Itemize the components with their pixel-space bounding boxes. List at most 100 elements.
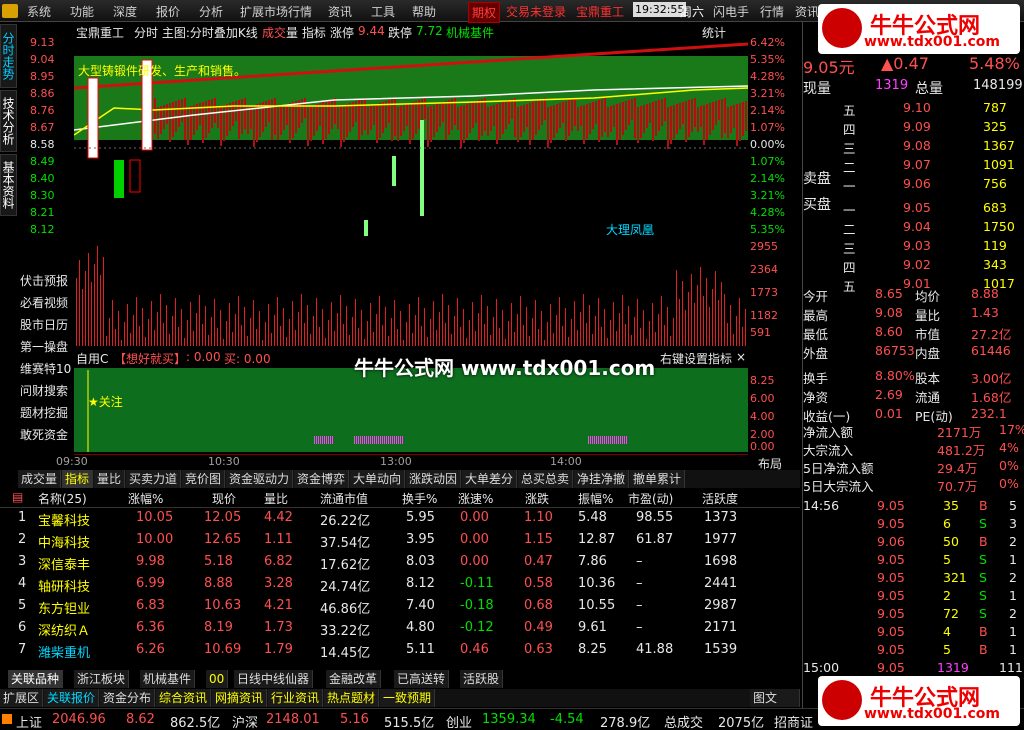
left-menu-item[interactable]: 维赛特10 [20, 360, 71, 377]
col-header[interactable]: 涨速% [458, 490, 493, 507]
status-tab[interactable]: 资金分布 [100, 689, 156, 707]
buy-level[interactable]: 一 9.05 683 [803, 200, 1024, 218]
subtab[interactable]: 大单动向 [350, 470, 406, 488]
status-tab[interactable]: 综合资讯 [156, 689, 212, 707]
sell-level[interactable]: 二 9.07 1091 [803, 157, 1024, 175]
menu-news[interactable]: 资讯 [328, 3, 352, 20]
left-menu-item[interactable]: 问财搜索 [20, 382, 68, 399]
left-menu-item[interactable]: 伏击预报 [20, 272, 68, 289]
table-header: ▤ 名称(25) 涨幅% 现价 量比 流通市值 换手% 涨速% 涨跌 振幅% 市… [0, 488, 800, 508]
flow-row: 净流入额2171万17% [803, 422, 1024, 440]
table-row[interactable]: 2 中海科技 10.00 12.65 1.11 37.54亿 3.95 0.00 1.15 12.… [0, 532, 800, 552]
board-tab[interactable]: 已高送转 [394, 670, 450, 688]
sell-level[interactable]: 三 9.08 1367 [803, 138, 1024, 156]
subtab-active[interactable]: 指标 [62, 470, 94, 488]
col-header[interactable]: 振幅% [578, 490, 613, 507]
subtab[interactable]: 大单差分 [462, 470, 518, 488]
volume-chart[interactable] [74, 238, 748, 348]
status-tab[interactable]: 行业资讯 [268, 689, 324, 707]
hs-label[interactable]: 沪深 [232, 712, 258, 730]
col-header[interactable]: 市盈(动) [628, 490, 673, 507]
tab-intraday[interactable]: 分时走势 [0, 24, 17, 88]
col-header[interactable]: 涨幅% [128, 490, 163, 507]
col-header[interactable]: 换手% [402, 490, 437, 507]
subtab[interactable]: 资金驱动力 [226, 470, 294, 488]
status-tab[interactable]: 关联报价 [44, 689, 100, 707]
col-header[interactable]: 流通市值 [320, 490, 368, 507]
indicator-name[interactable]: 自用C [76, 350, 108, 367]
f10-button[interactable]: 图文F10 [750, 689, 800, 723]
table-row[interactable]: 5 东方钽业 6.83 10.63 4.21 46.86亿 7.40 -0.18 0.68 10.… [0, 598, 800, 618]
board-tab[interactable]: 浙江板块 [74, 670, 130, 688]
options-badge[interactable]: 期权 [468, 2, 501, 23]
market-button[interactable]: 行情 [760, 3, 784, 20]
subtab[interactable]: 撤单累计 [630, 470, 686, 488]
col-header[interactable]: 涨跌 [525, 490, 549, 507]
price-tick: 8.49 [30, 155, 55, 168]
status-tab[interactable]: 热点题材 [324, 689, 380, 707]
left-menu-item[interactable]: 敢死资金 [20, 426, 68, 443]
sell-level[interactable]: 一 9.06 756 [803, 176, 1024, 194]
board-tab[interactable]: 关联品种 [8, 670, 64, 688]
subtab[interactable]: 净挂净撤 [574, 470, 630, 488]
menu-extended[interactable]: 扩展市场行情 [240, 3, 312, 20]
flash-trade-button[interactable]: 闪电手 [713, 3, 749, 20]
col-header[interactable]: 现价 [212, 490, 236, 507]
login-status[interactable]: 交易未登录 [506, 3, 566, 20]
status-tab[interactable]: 扩展区 [0, 689, 44, 707]
menu-depth[interactable]: 深度 [113, 3, 137, 20]
col-header[interactable]: 名称(25) [38, 490, 87, 507]
status-tab[interactable]: 网摘资讯 [212, 689, 268, 707]
menu-analysis[interactable]: 分析 [199, 3, 223, 20]
menu-system[interactable]: 系统 [27, 3, 51, 20]
sector-name[interactable]: 机械基件 [446, 24, 494, 41]
board-tab[interactable]: 日线中线仙器 [234, 670, 314, 688]
table-row[interactable]: 4 轴研科技 6.99 8.88 3.28 24.74亿 8.12 -0.11 0.58 10.3… [0, 576, 800, 596]
tab-fundamental[interactable]: 基本资料 [0, 154, 17, 216]
board-tab[interactable]: 活跃股 [460, 670, 504, 688]
buy-level[interactable]: 二 9.04 1750 [803, 219, 1024, 237]
chart-mode[interactable]: 分时 主图:分时叠加K线 [134, 24, 258, 41]
sh-label[interactable]: 上证 [16, 712, 42, 730]
subtab[interactable]: 总买总卖 [518, 470, 574, 488]
cy-label[interactable]: 创业 [446, 712, 472, 730]
left-menu-item[interactable]: 题材挖掘 [20, 404, 68, 421]
col-header[interactable]: 量比 [264, 490, 288, 507]
table-row[interactable]: 3 深信泰丰 9.98 5.18 6.82 17.62亿 8.03 0.00 0.47 7.86 –… [0, 554, 800, 574]
sell-level[interactable]: 四 9.09 325 [803, 119, 1024, 137]
left-menu-item[interactable]: 必看视频 [20, 294, 68, 311]
board-tab[interactable]: 金融改革 [326, 670, 382, 688]
indicator-settings-button[interactable]: 右键设置指标 [660, 350, 732, 367]
table-row[interactable]: 6 深纺织Ａ 6.36 8.19 1.73 33.22亿 4.80 -0.12 0.49 9.61… [0, 620, 800, 640]
subtab[interactable]: 涨跌动因 [406, 470, 462, 488]
left-menu-item[interactable]: 第一操盘 [20, 338, 68, 355]
board-tab[interactable]: 机械基件 [140, 670, 196, 688]
menu-quote[interactable]: 报价 [156, 3, 180, 20]
tab-technical[interactable]: 技术分析 [0, 90, 17, 152]
table-cell: 0.68 [524, 598, 553, 613]
table-menu-icon[interactable]: ▤ [12, 490, 23, 504]
stats-button[interactable]: 统计 [702, 24, 726, 41]
broker-label[interactable]: 招商证 [774, 712, 813, 730]
subtab[interactable]: 成交量 [18, 470, 62, 488]
subtab[interactable]: 量比 [94, 470, 126, 488]
menu-help[interactable]: 帮助 [412, 3, 436, 20]
col-header[interactable]: 活跃度 [702, 490, 738, 507]
left-menu-item[interactable]: 股市日历 [20, 316, 68, 333]
buy-level[interactable]: 四 9.02 343 [803, 257, 1024, 275]
menu-function[interactable]: 功能 [70, 3, 94, 20]
subtab[interactable]: 买卖力道 [126, 470, 182, 488]
table-cell: 6.99 [136, 576, 165, 591]
subtab[interactable]: 竞价图 [182, 470, 226, 488]
buy-level[interactable]: 三 9.03 119 [803, 238, 1024, 256]
table-row[interactable]: 7 潍柴重机 6.26 10.69 1.79 14.45亿 5.11 0.46 0.63 8.25… [0, 642, 800, 662]
menu-tools[interactable]: 工具 [371, 3, 395, 20]
news-button[interactable]: 资讯 [795, 3, 819, 20]
table-row[interactable]: 1 宝馨科技 10.05 12.05 4.42 26.22亿 5.95 0.00 1.10 5.4… [0, 510, 800, 530]
board-tab[interactable]: 00 [206, 670, 229, 688]
close-icon[interactable]: × [736, 350, 746, 364]
pct-tick: 2.14% [750, 104, 785, 117]
subtab[interactable]: 资金博弈 [294, 470, 350, 488]
sell-level[interactable]: 五 9.10 787 [803, 100, 1024, 118]
status-tab[interactable]: 一致预期 [380, 689, 436, 707]
